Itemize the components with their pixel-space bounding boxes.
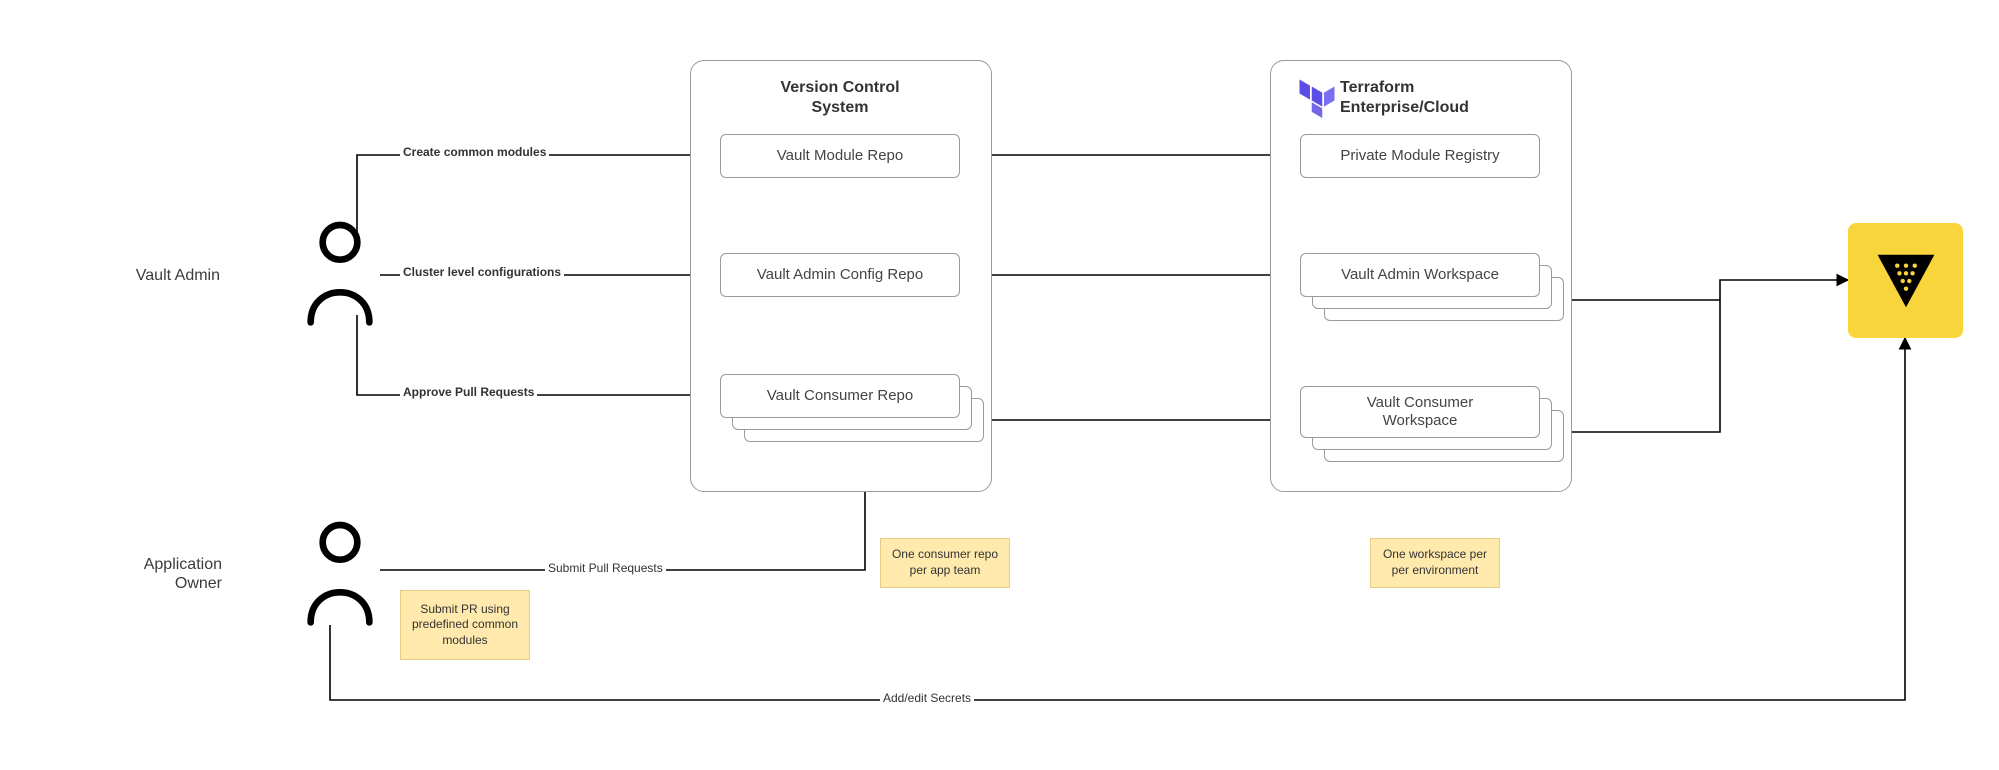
vault-consumer-workspace-node: Vault Consumer Workspace <box>1300 386 1540 438</box>
edge-label-add-secrets: Add/edit Secrets <box>880 691 974 705</box>
application-owner-label: Application Owner <box>122 555 222 593</box>
terraform-icon <box>1296 76 1338 118</box>
edge-label-cluster-config: Cluster level configurations <box>400 265 564 279</box>
consumer-repo-note: One consumer repo per app team <box>880 538 1010 588</box>
person-icon <box>300 218 380 328</box>
vault-consumer-repo-node: Vault Consumer Repo <box>720 374 960 418</box>
edge-label-create-modules: Create common modules <box>400 145 549 159</box>
private-module-registry-node: Private Module Registry <box>1300 134 1540 178</box>
tfe-title: Terraform Enterprise/Cloud <box>1340 78 1560 118</box>
vcs-title: Version Control System <box>690 78 990 118</box>
edge-label-submit-prs: Submit Pull Requests <box>545 561 666 575</box>
vault-admin-label: Vault Admin <box>130 266 220 285</box>
vault-module-repo-node: Vault Module Repo <box>720 134 960 178</box>
vault-admin-workspace-node: Vault Admin Workspace <box>1300 253 1540 297</box>
person-icon <box>300 518 380 628</box>
submit-pr-note: Submit PR using predefined common module… <box>400 590 530 660</box>
vault-admin-config-repo-node: Vault Admin Config Repo <box>720 253 960 297</box>
workspace-note: One workspace per per environment <box>1370 538 1500 588</box>
edge-label-approve-prs: Approve Pull Requests <box>400 385 537 399</box>
connector-layer <box>0 0 1999 770</box>
vault-icon <box>1848 223 1963 338</box>
